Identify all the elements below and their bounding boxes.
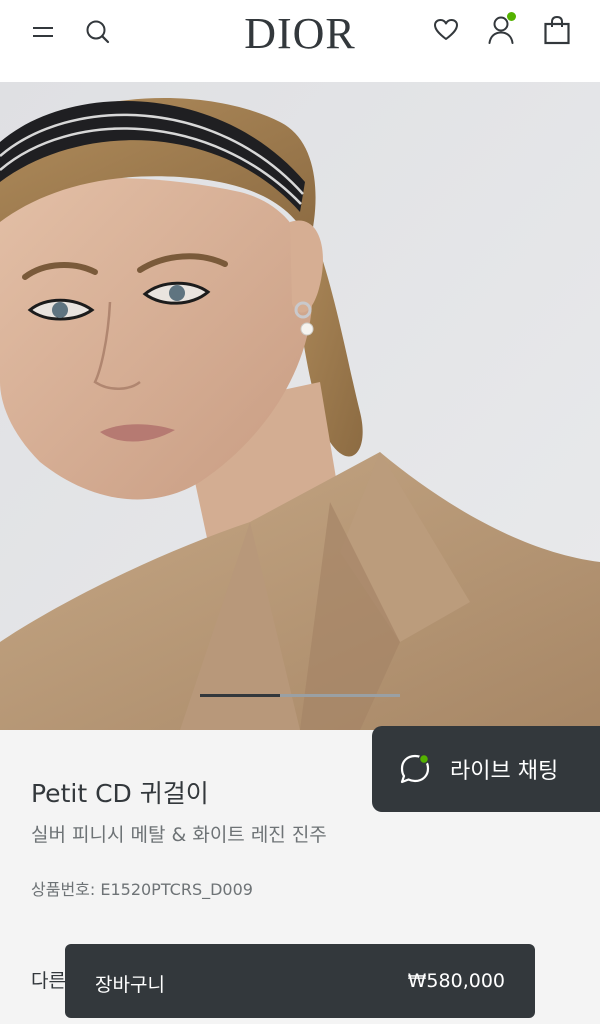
shopping-bag-icon [544,15,570,45]
top-header: DIOR [0,0,600,82]
menu-icon [33,27,53,37]
account-button[interactable] [481,10,521,50]
shopping-bag-button[interactable] [537,10,577,50]
live-chat-label: 라이브 채팅 [450,759,559,784]
live-chat-button[interactable]: 라이브 채팅 [372,726,600,812]
product-name: Petit CD 귀걸이 [31,779,209,808]
product-price: ₩580,000 [407,970,505,992]
add-to-cart-label: 장바구니 [95,974,165,996]
search-button[interactable] [78,12,118,52]
account-status-dot [507,12,516,21]
heart-icon [434,19,458,40]
product-hero-image[interactable] [0,82,600,730]
image-carousel-progress[interactable] [200,694,400,697]
product-reference: 상품번호: E1520PTCRS_D009 [31,880,253,899]
add-to-cart-button[interactable]: 장바구니 ₩580,000 [65,944,535,1018]
search-icon [86,20,110,44]
menu-button[interactable] [23,12,63,52]
brand-logo[interactable]: DIOR [230,8,370,58]
other-options-label: 다른 [31,970,66,992]
wishlist-button[interactable] [426,10,466,50]
carousel-progress-fill [200,694,280,697]
product-description: 실버 피니시 메탈 & 화이트 레진 진주 [31,824,327,846]
chat-bubble-icon [400,753,430,784]
model-photo [0,82,600,730]
